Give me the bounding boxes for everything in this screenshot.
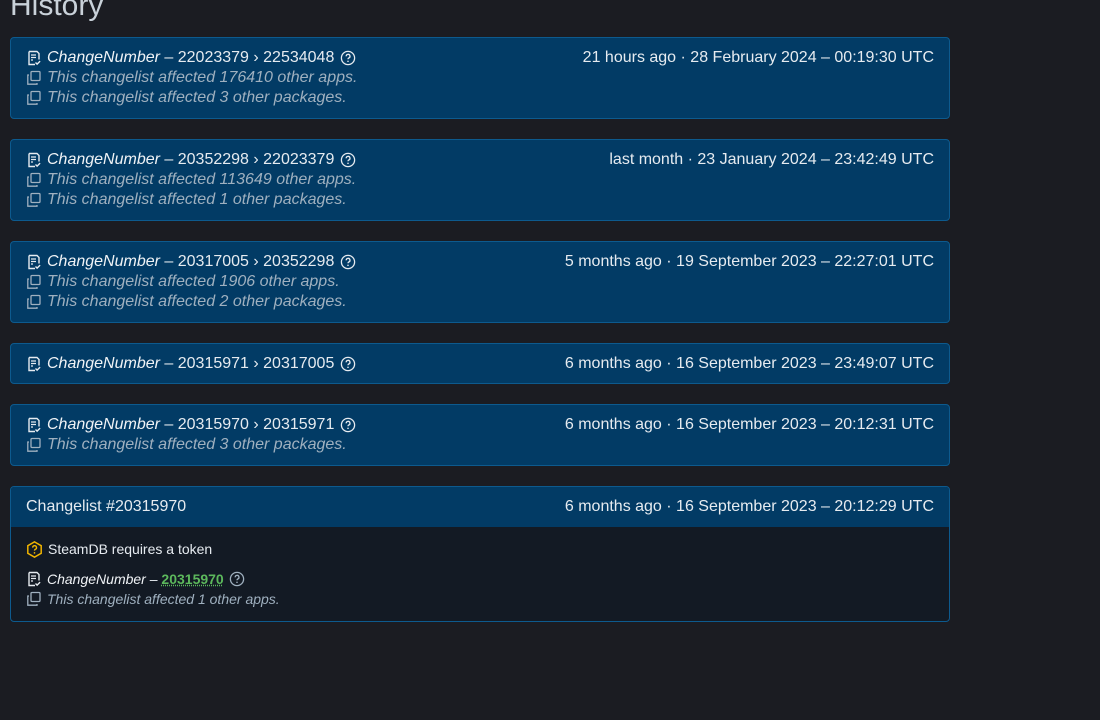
changenumber-key: ChangeNumber [47,151,160,168]
help-icon[interactable] [339,50,356,67]
changelist-timestamp: 6 months ago · 16 September 2023 – 20:12… [564,498,934,515]
copy-icon [26,171,44,189]
token-notice: SteamDB requires a token [26,539,934,559]
history-entry: ChangeNumber – 20352298 › 22023379 last … [10,139,950,221]
copy-icon [26,273,44,291]
changenumber-key: ChangeNumber [47,355,160,372]
history-entry: ChangeNumber – 20317005 › 20352298 5 mon… [10,241,950,323]
copy-icon [26,89,44,107]
changenumber-key: ChangeNumber [47,416,160,433]
changelist-icon [26,355,44,373]
affected-packages-text: This changelist affected 3 other package… [47,89,347,106]
changelist-header: Changelist #20315970 6 months ago · 16 S… [11,487,949,527]
changelist-icon [26,151,44,169]
help-icon[interactable] [339,417,356,434]
changenumber-key: ChangeNumber [47,49,160,66]
affected-packages-text: This changelist affected 2 other package… [47,293,347,310]
affected-apps-text: This changelist affected 1906 other apps… [47,273,340,290]
affected-apps-text: This changelist affected 1 other apps. [47,591,280,607]
history-entry: ChangeNumber – 20315970 › 20315971 6 mon… [10,404,950,466]
entry-timestamp: 5 months ago · 19 September 2023 – 22:27… [564,253,934,270]
changenumber-key: ChangeNumber [47,571,146,587]
help-icon[interactable] [339,152,356,169]
affected-packages-text: This changelist affected 3 other package… [47,436,347,453]
changelist-icon [26,570,44,588]
page-title: History [10,0,104,22]
warning-icon [26,540,44,558]
changenumber-key: ChangeNumber [47,253,160,270]
change-range: – 20315970 › 20315971 [159,416,335,433]
change-range: – 20317005 › 20352298 [159,253,335,270]
copy-icon [26,590,44,608]
entry-timestamp: 6 months ago · 16 September 2023 – 23:49… [564,355,934,372]
history-list: ChangeNumber – 22023379 › 22534048 21 ho… [10,37,950,622]
entry-timestamp: last month · 23 January 2024 – 23:42:49 … [609,151,934,168]
entry-timestamp: 6 months ago · 16 September 2023 – 20:12… [564,416,934,433]
affected-apps-text: This changelist affected 176410 other ap… [47,69,358,86]
changenumber-link[interactable]: 20315970 [161,569,223,589]
history-entry: ChangeNumber – 22023379 › 22534048 21 ho… [10,37,950,119]
copy-icon [26,69,44,87]
changelist-card: Changelist #20315970 6 months ago · 16 S… [10,486,950,622]
changelist-title[interactable]: Changelist #20315970 [26,498,186,516]
copy-icon [26,293,44,311]
history-entry: ChangeNumber – 20315971 › 20317005 6 mon… [10,343,950,384]
change-range: – 22023379 › 22534048 [159,49,335,66]
help-icon[interactable] [339,356,356,373]
changelist-icon [26,253,44,271]
copy-icon [26,436,44,454]
affected-apps-text: This changelist affected 113649 other ap… [47,171,357,188]
changenumber-separator: – [145,571,162,587]
help-icon[interactable] [229,571,246,588]
copy-icon [26,191,44,209]
help-icon[interactable] [339,254,356,271]
token-notice-text: SteamDB requires a token [48,541,213,557]
changelist-icon [26,416,44,434]
affected-packages-text: This changelist affected 1 other package… [47,191,347,208]
change-range: – 20315971 › 20317005 [159,355,335,372]
entry-timestamp: 21 hours ago · 28 February 2024 – 00:19:… [582,49,934,66]
change-range: – 20352298 › 22023379 [159,151,335,168]
changelist-icon [26,49,44,67]
